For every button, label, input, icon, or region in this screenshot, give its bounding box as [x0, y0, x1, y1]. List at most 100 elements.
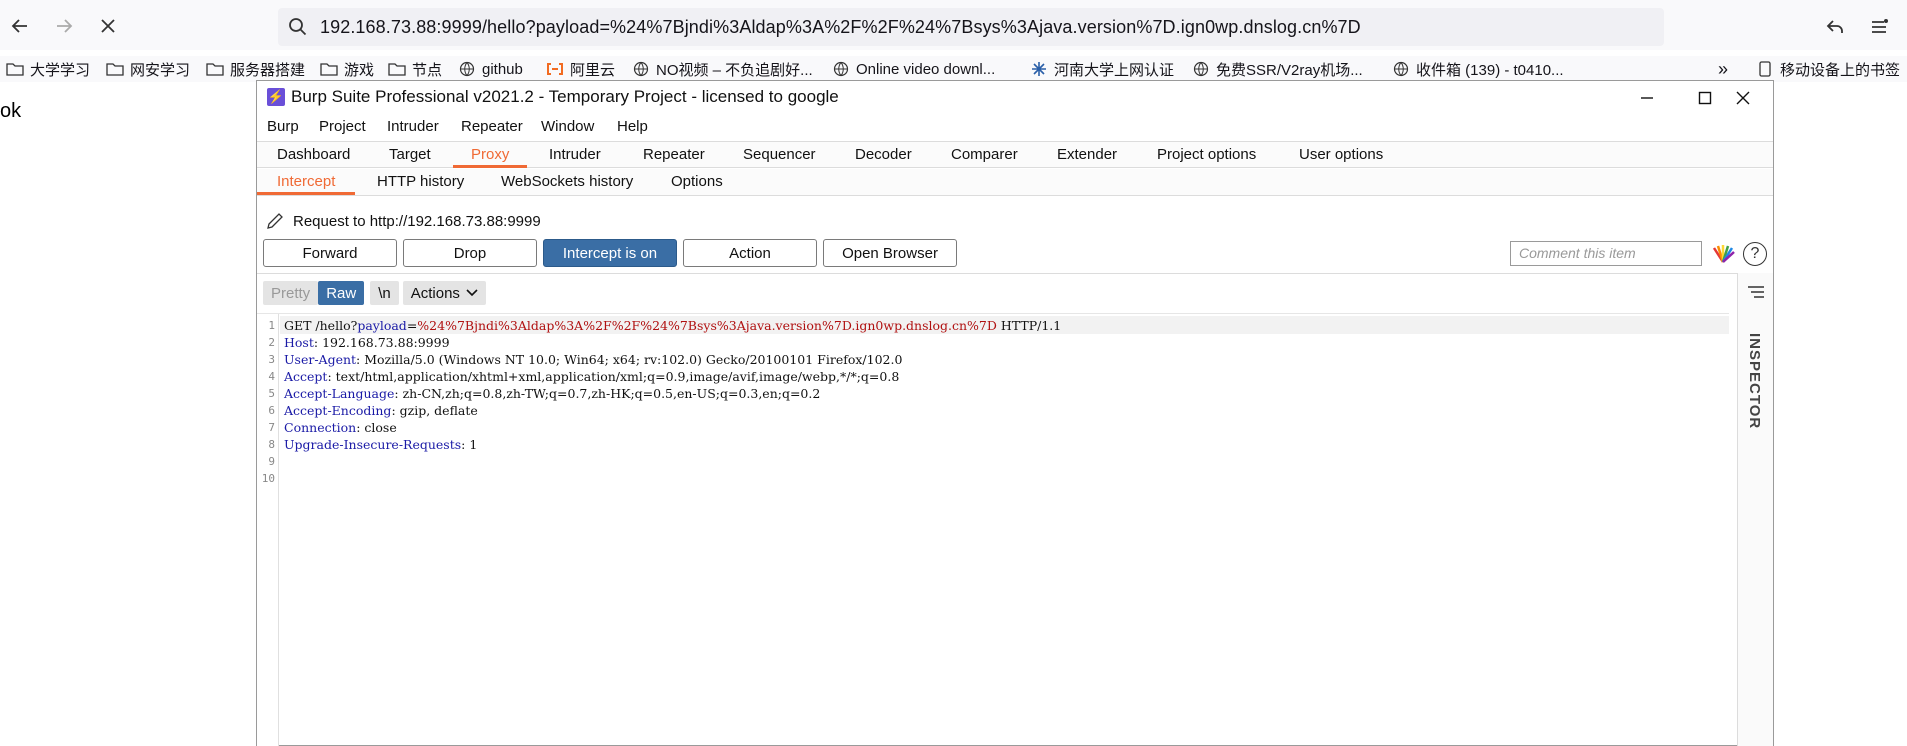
bookmark-label: 网安学习 — [130, 61, 191, 79]
bookmarks-bar: 大学学习 网安学习 服务器搭建 游戏 节点 github 阿里云 NO视频 – — [0, 56, 1907, 82]
maximize-button[interactable] — [1685, 85, 1725, 111]
pencil-icon — [265, 211, 285, 231]
bookmark-item[interactable]: github — [458, 59, 523, 79]
minimize-icon — [1641, 97, 1653, 99]
menu-button[interactable] — [1866, 14, 1892, 40]
line-number: 8 — [268, 438, 275, 451]
globe-icon — [1392, 61, 1410, 77]
subtab-http-history[interactable]: HTTP history — [377, 169, 464, 195]
bookmark-item[interactable]: Online video downl... — [832, 59, 995, 79]
bookmark-item[interactable]: 河南大学上网认证 — [1030, 59, 1174, 79]
menu-burp[interactable]: Burp — [267, 118, 299, 135]
tab-repeater[interactable]: Repeater — [643, 142, 705, 168]
main-tabs: Dashboard Target Proxy Intruder Repeater… — [257, 141, 1773, 168]
bookmark-label: 收件箱 (139) - t0410... — [1416, 61, 1564, 79]
header-value: Mozilla/5.0 (Windows NT 10.0; Win64; x64… — [360, 352, 903, 367]
bookmark-item[interactable]: 大学学习 — [6, 59, 90, 79]
tab-project-options[interactable]: Project options — [1157, 142, 1256, 168]
header-name: User-Agent — [284, 352, 357, 367]
forward-nav-button[interactable] — [50, 12, 78, 40]
burp-window: ⚡ Burp Suite Professional v2021.2 - Temp… — [256, 80, 1774, 746]
bookmark-item[interactable]: NO视频 – 不负追剧好... — [632, 59, 813, 79]
bookmark-item[interactable]: 免费SSR/V2ray机场... — [1192, 59, 1363, 79]
open-browser-button[interactable]: Open Browser — [823, 239, 957, 267]
bookmark-label: 河南大学上网认证 — [1054, 61, 1175, 79]
divider — [257, 273, 1773, 274]
actions-dropdown[interactable]: Actions — [402, 281, 486, 305]
tab-extender[interactable]: Extender — [1057, 142, 1117, 168]
bookmark-label: 阿里云 — [570, 61, 616, 79]
folder-icon — [6, 61, 24, 77]
request-editor[interactable]: 1 2 3 4 5 6 7 8 9 10 GET /hello?payload=… — [257, 313, 1729, 746]
bookmarks-overflow-button[interactable]: » — [1718, 59, 1728, 79]
menu-help[interactable]: Help — [617, 118, 648, 135]
globe-icon — [832, 61, 850, 77]
header-name: Connection — [284, 420, 357, 435]
folder-icon — [206, 61, 224, 77]
tab-intruder[interactable]: Intruder — [549, 142, 601, 168]
menu-window[interactable]: Window — [541, 118, 594, 135]
bookmark-item[interactable]: 游戏 — [320, 59, 374, 79]
header-value: text/html,application/xhtml+xml,applicat… — [331, 369, 900, 384]
close-button[interactable] — [1723, 85, 1763, 111]
browser-toolbar: 192.168.73.88:9999/hello?payload=%24%7Bj… — [0, 0, 1907, 50]
highlight-color-icon[interactable] — [1711, 242, 1735, 264]
reply-arrow-icon — [1826, 20, 1843, 33]
bookmark-label: 游戏 — [344, 61, 375, 79]
header-value: 1 — [465, 437, 478, 452]
minimize-button[interactable] — [1627, 85, 1667, 111]
tab-proxy[interactable]: Proxy — [453, 142, 528, 168]
bookmark-item[interactable]: 服务器搭建 — [206, 59, 305, 79]
url-text[interactable]: 192.168.73.88:9999/hello?payload=%24%7Bj… — [320, 17, 1361, 38]
subtab-intercept[interactable]: Intercept — [257, 169, 356, 195]
stop-button[interactable] — [94, 12, 122, 40]
subtab-options[interactable]: Options — [671, 169, 723, 195]
intercept-toggle-button[interactable]: Intercept is on — [543, 239, 677, 267]
bookmark-item[interactable]: 收件箱 (139) - t0410... — [1392, 59, 1564, 79]
inspector-panel[interactable]: INSPECTOR — [1737, 273, 1773, 746]
header-value: close — [360, 420, 397, 435]
line-number: 2 — [268, 336, 275, 349]
header-name: Accept-Encoding — [284, 403, 392, 418]
header-line: Upgrade-Insecure-Requests: 1 — [284, 437, 478, 452]
forward-button[interactable]: Forward — [263, 239, 397, 267]
header-line: Accept-Language: zh-CN,zh;q=0.8,zh-TW;q=… — [284, 386, 821, 401]
tab-dashboard[interactable]: Dashboard — [277, 142, 350, 168]
raw-tab[interactable]: Raw — [318, 281, 365, 305]
action-button[interactable]: Action — [683, 239, 817, 267]
back-button[interactable] — [6, 12, 34, 40]
maximize-icon — [1698, 91, 1712, 105]
drop-button[interactable]: Drop — [403, 239, 537, 267]
tab-user-options[interactable]: User options — [1299, 142, 1383, 168]
mobile-bookmarks[interactable]: 移动设备上的书签 — [1756, 59, 1900, 79]
inspector-menu-icon[interactable] — [1747, 285, 1765, 304]
tab-decoder[interactable]: Decoder — [855, 142, 912, 168]
query-param-name: payload — [357, 318, 407, 333]
bookmark-label: 移动设备上的书签 — [1780, 61, 1901, 79]
bookmark-label: 服务器搭建 — [230, 61, 306, 79]
address-bar[interactable]: 192.168.73.88:9999/hello?payload=%24%7Bj… — [278, 8, 1664, 46]
screen: 192.168.73.88:9999/hello?payload=%24%7Bj… — [0, 0, 1907, 746]
pretty-tab[interactable]: Pretty — [263, 281, 319, 305]
tab-comparer[interactable]: Comparer — [951, 142, 1018, 168]
comment-input[interactable]: Comment this item — [1510, 241, 1702, 266]
line-number: 5 — [268, 387, 275, 400]
bookmark-item[interactable]: 阿里云 — [546, 59, 615, 79]
menu-repeater[interactable]: Repeater — [461, 118, 523, 135]
burp-titlebar: ⚡ Burp Suite Professional v2021.2 - Temp… — [257, 81, 1773, 113]
line-number: 3 — [268, 353, 275, 366]
subtab-websockets-history[interactable]: WebSockets history — [501, 169, 633, 195]
inspector-label: INSPECTOR — [1746, 333, 1763, 430]
help-icon[interactable]: ? — [1743, 242, 1767, 266]
tab-target[interactable]: Target — [389, 142, 431, 168]
bookmark-item[interactable]: 节点 — [388, 59, 442, 79]
menu-intruder[interactable]: Intruder — [387, 118, 439, 135]
newline-toggle[interactable]: \n — [370, 281, 399, 305]
http-version: HTTP/1.1 — [996, 318, 1062, 333]
tab-sequencer[interactable]: Sequencer — [743, 142, 816, 168]
reply-button[interactable] — [1822, 14, 1848, 40]
menu-project[interactable]: Project — [319, 118, 366, 135]
request-target-label: Request to http://192.168.73.88:9999 — [293, 213, 541, 230]
bookmark-item[interactable]: 网安学习 — [106, 59, 190, 79]
page-content-text: ok — [0, 100, 22, 122]
